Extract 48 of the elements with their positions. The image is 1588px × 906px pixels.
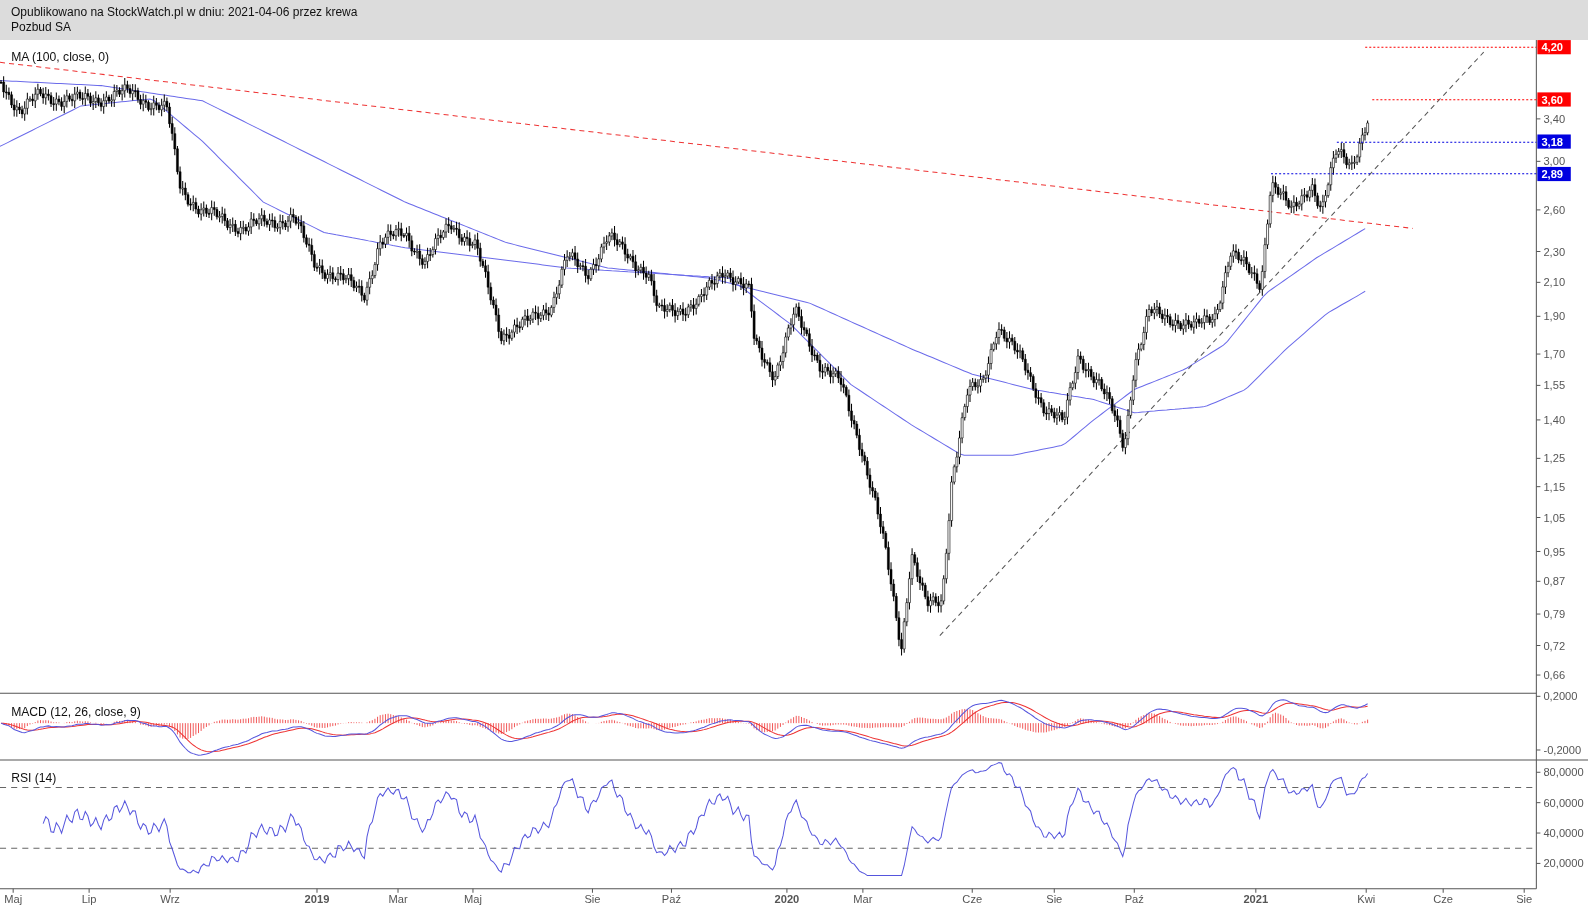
- date-axis-label: Wrz: [160, 888, 180, 905]
- date-axis-label: Sie: [584, 888, 601, 905]
- date-axis-label: Cze: [1433, 888, 1454, 905]
- price-axis-label: 1,55: [1535, 379, 1566, 392]
- price-axis-label: 2,30: [1535, 245, 1566, 258]
- price-axis-label: 1,70: [1535, 348, 1566, 361]
- price-axis-label: 2,10: [1535, 276, 1566, 289]
- price-axis-label: 1,05: [1535, 511, 1566, 524]
- date-axis-label: 2020: [774, 888, 800, 905]
- price-axis-label: 0,87: [1535, 575, 1566, 588]
- price-axis-label: 0,66: [1535, 669, 1566, 682]
- rsi-axis-label: 80,0000: [1535, 766, 1584, 779]
- date-axis-label: Cze: [962, 888, 983, 905]
- price-axis-label: 1,40: [1535, 413, 1566, 426]
- price-axis-label: 0,72: [1535, 639, 1566, 652]
- price-axis-label: 0,79: [1535, 608, 1566, 621]
- rsi-axis-label: 40,0000: [1535, 827, 1584, 840]
- instrument-name: Pozbud SA: [11, 20, 73, 35]
- date-axis-label: Paź: [661, 888, 682, 905]
- date-axis-label: Paź: [1124, 888, 1144, 905]
- price-level-badge: 3,18: [1537, 134, 1571, 149]
- price-axis-label: 2,60: [1535, 203, 1566, 216]
- price-level-badge: 3,60: [1537, 92, 1571, 107]
- price-axis-label: 1,90: [1535, 310, 1566, 323]
- indicator-label: RSI (14): [11, 771, 57, 786]
- price-level-badge: 4,20: [1537, 40, 1571, 55]
- price-axis-label: 3,40: [1535, 112, 1566, 125]
- publication-note: Opublikowano na StockWatch.pl w dniu: 2021-04-06 przez krewa: [11, 5, 359, 20]
- date-axis-label: Lip: [81, 888, 97, 905]
- date-axis-label: Mar: [388, 888, 408, 905]
- date-axis-label: Kwi: [1357, 888, 1376, 905]
- date-axis-label: Maj: [464, 888, 482, 905]
- price-axis-label: 3,00: [1535, 155, 1566, 168]
- price-axis-label: 1,25: [1535, 452, 1566, 465]
- date-axis-label: Sie: [1516, 888, 1533, 905]
- date-axis-label: Sie: [1046, 888, 1063, 905]
- indicator-label: MACD (12, 26, close, 9): [11, 704, 141, 719]
- rsi-axis-label: 60,0000: [1535, 796, 1584, 809]
- rsi-axis-label: 20,0000: [1535, 857, 1584, 870]
- macd-axis-label: -0,2000: [1535, 744, 1582, 757]
- indicator-label: MA (100, close, 0): [11, 50, 109, 65]
- price-axis-label: 1,15: [1535, 480, 1566, 493]
- macd-axis-label: 0,2000: [1535, 690, 1578, 703]
- date-axis-label: Maj: [4, 888, 23, 905]
- date-axis-label: 2021: [1243, 888, 1269, 905]
- price-axis-label: 0,95: [1535, 545, 1566, 558]
- date-axis-label: 2019: [304, 888, 330, 905]
- date-axis-label: Mar: [853, 888, 873, 905]
